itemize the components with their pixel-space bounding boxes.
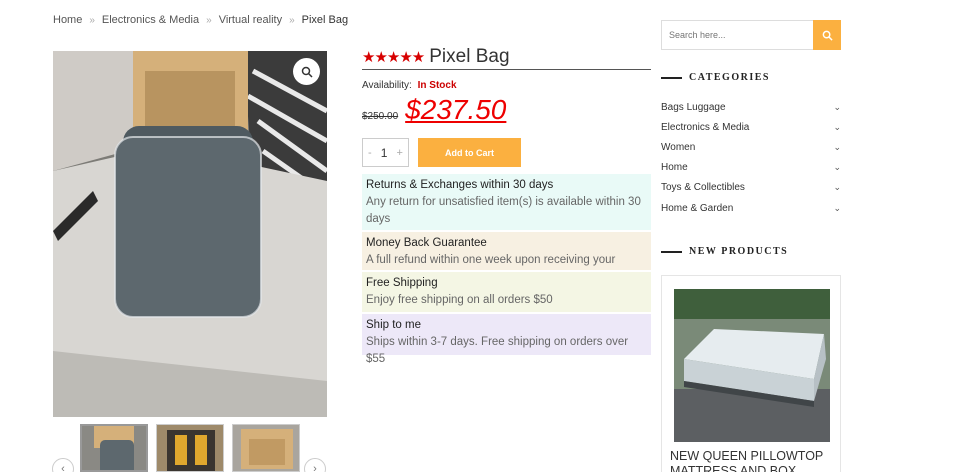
search-button[interactable] xyxy=(813,20,841,50)
quantity-stepper[interactable]: - 1 + xyxy=(362,138,409,167)
magnifier-icon[interactable] xyxy=(293,58,320,85)
breadcrumb-separator: » xyxy=(206,14,212,26)
quantity-value[interactable]: 1 xyxy=(381,146,388,160)
search-icon xyxy=(822,30,833,41)
thumbnail-1[interactable] xyxy=(80,424,148,472)
info-block-money-back: Money Back Guarantee A full refund withi… xyxy=(362,232,651,283)
chevron-down-icon[interactable]: ⌄ xyxy=(833,203,841,214)
categories-title: CATEGORIES xyxy=(689,72,770,83)
heading-bar xyxy=(661,250,682,253)
new-product-image[interactable] xyxy=(674,289,830,442)
category-list: Bags Luggage ⌄ Electronics & Media ⌄ Women… xyxy=(661,97,841,218)
breadcrumb-home[interactable]: Home xyxy=(53,14,82,26)
chevron-down-icon[interactable]: ⌄ xyxy=(833,102,841,113)
info-block-ship-to-me: Ship to me Ships within 3-7 days. Free s… xyxy=(362,314,651,365)
category-label[interactable]: Bags Luggage xyxy=(661,102,726,113)
product-header: ★★★★★ Pixel Bag xyxy=(362,44,651,70)
stock-status: In Stock xyxy=(417,80,457,91)
qty-decrement-button[interactable]: - xyxy=(368,147,372,159)
thumbnail-3[interactable] xyxy=(232,424,300,472)
category-label[interactable]: Women xyxy=(661,142,695,153)
category-label[interactable]: Home xyxy=(661,162,688,173)
new-products-title: NEW PRODUCTS xyxy=(689,246,789,257)
product-title: Pixel Bag xyxy=(429,45,510,67)
breadcrumb-separator: » xyxy=(89,14,95,26)
breadcrumb: Home » Electronics & Media » Virtual rea… xyxy=(53,14,348,26)
breadcrumb-separator: » xyxy=(289,14,295,26)
breadcrumb-current: Pixel Bag xyxy=(301,14,349,26)
old-price: $250.00 xyxy=(362,111,399,122)
new-products-heading: NEW PRODUCTS xyxy=(661,246,788,257)
category-label[interactable]: Home & Garden xyxy=(661,203,733,214)
info-heading: Returns & Exchanges within 30 days xyxy=(366,179,554,191)
new-product-card[interactable]: NEW QUEEN PILLOWTOP MATTRESS AND BOX xyxy=(661,275,841,472)
category-item[interactable]: Toys & Collectibles ⌄ xyxy=(661,178,841,198)
chevron-left-icon[interactable]: ‹ xyxy=(52,458,74,472)
breadcrumb-virtual-reality[interactable]: Virtual reality xyxy=(219,14,282,26)
info-heading: Free Shipping xyxy=(366,277,438,289)
category-label[interactable]: Electronics & Media xyxy=(661,122,749,133)
availability-label: Availability: xyxy=(362,80,412,91)
rating-stars: ★★★★★ xyxy=(362,48,425,66)
thumbnail-strip xyxy=(80,424,300,472)
info-text: Ships within 3-7 days. Free shipping on … xyxy=(366,336,629,365)
search-input[interactable] xyxy=(661,20,814,50)
product-photo xyxy=(53,51,327,417)
chevron-down-icon[interactable]: ⌄ xyxy=(833,122,841,133)
new-product-name[interactable]: NEW QUEEN PILLOWTOP MATTRESS AND BOX xyxy=(670,449,835,472)
category-item[interactable]: Women ⌄ xyxy=(661,137,841,157)
breadcrumb-electronics[interactable]: Electronics & Media xyxy=(102,14,199,26)
price-row: $250.00 $237.50 xyxy=(362,94,506,126)
current-price: $237.50 xyxy=(405,94,507,125)
thumbnail-2[interactable] xyxy=(156,424,224,472)
info-heading: Ship to me xyxy=(366,319,421,331)
info-block-returns: Returns & Exchanges within 30 days Any r… xyxy=(362,174,651,230)
chevron-right-icon[interactable]: › xyxy=(304,458,326,472)
category-item[interactable]: Home & Garden ⌄ xyxy=(661,198,841,218)
info-block-free-shipping: Free Shipping Enjoy free shipping on all… xyxy=(362,272,651,312)
category-item[interactable]: Electronics & Media ⌄ xyxy=(661,117,841,137)
info-text: Enjoy free shipping on all orders $50 xyxy=(366,294,553,306)
category-label[interactable]: Toys & Collectibles xyxy=(661,182,745,193)
chevron-down-icon[interactable]: ⌄ xyxy=(833,142,841,153)
info-text: Any return for unsatisfied item(s) is av… xyxy=(366,196,641,225)
category-item[interactable]: Home ⌄ xyxy=(661,158,841,178)
qty-increment-button[interactable]: + xyxy=(397,147,403,159)
info-heading: Money Back Guarantee xyxy=(366,237,487,249)
add-to-cart-button[interactable]: Add to Cart xyxy=(418,138,521,167)
availability: Availability: In Stock xyxy=(362,80,457,91)
category-item[interactable]: Bags Luggage ⌄ xyxy=(661,97,841,117)
categories-heading: CATEGORIES xyxy=(661,72,770,83)
heading-bar xyxy=(661,76,682,79)
product-main-image[interactable] xyxy=(53,51,327,417)
chevron-down-icon[interactable]: ⌄ xyxy=(833,162,841,173)
chevron-down-icon[interactable]: ⌄ xyxy=(833,182,841,193)
